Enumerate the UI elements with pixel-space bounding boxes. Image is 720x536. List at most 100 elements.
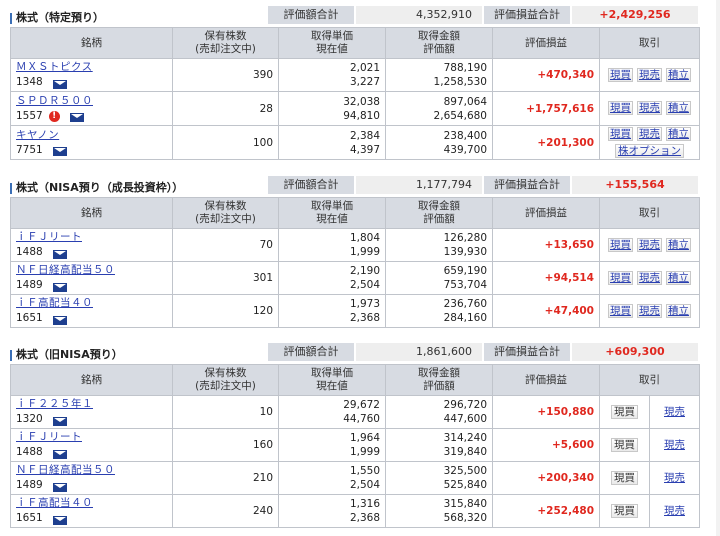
sell-button[interactable]: 現売	[637, 237, 662, 252]
cell-actions: 現買 現売	[599, 395, 700, 429]
buy-button[interactable]: 現買	[608, 67, 633, 82]
sell-link[interactable]: 現売	[664, 504, 685, 519]
col-header-pl: 評価損益	[492, 364, 600, 396]
cell-cost-price-bottom: 2,504	[349, 479, 380, 491]
mail-icon[interactable]	[52, 249, 67, 259]
qty-value: 100	[252, 136, 273, 149]
stock-name-link[interactable]: ＮＦ日経高配当５０	[16, 264, 115, 276]
code-line: 1489	[16, 478, 167, 493]
cell-pl: +200,340	[492, 461, 600, 495]
cell-cost-price: 1,550 2,504	[278, 461, 386, 495]
col-header-amount-text: 評価額	[423, 380, 455, 392]
stock-name-link[interactable]: ｉＦ高配当４０	[16, 497, 93, 509]
stock-name-link[interactable]: ｉＦＪリート	[16, 431, 82, 443]
cell-actions: 現買 現売	[599, 428, 700, 462]
accumulate-button[interactable]: 積立	[666, 67, 691, 82]
cell-pl: +470,340	[492, 58, 600, 92]
mail-icon[interactable]	[52, 79, 67, 89]
col-header-amount: 取得金額 評価額	[385, 197, 493, 229]
buy-button[interactable]: 現買	[611, 471, 638, 485]
stock-name-link[interactable]: ｉＦＪリート	[16, 231, 82, 243]
col-header-qty: 保有株数 (売却注文中)	[172, 27, 279, 59]
accumulate-button[interactable]: 積立	[666, 303, 691, 318]
cell-actions: 現買 現売	[599, 461, 700, 495]
stock-name-link[interactable]: ＳＰＤＲ５００	[16, 95, 93, 107]
sell-button[interactable]: 現売	[637, 303, 662, 318]
col-header-name: 銘柄	[10, 197, 173, 229]
cell-amount-value: 315,840 568,320	[385, 494, 493, 528]
cell-cost-price-bottom: 44,760	[343, 413, 380, 425]
holdings-table: 銘柄 保有株数 (売却注文中) 取得単価 現在値 取得金額 評価額 評価損益 取引 ＭＸＳトピクス…	[10, 27, 700, 160]
stock-name-link[interactable]: ｉＦ高配当４０	[16, 297, 93, 309]
col-header-trade-text: 取引	[639, 36, 660, 49]
sell-button[interactable]: 現売	[637, 101, 662, 115]
alert-icon[interactable]: !	[48, 110, 60, 122]
buy-button[interactable]: 現買	[611, 438, 638, 452]
page-scrollbar[interactable]	[716, 0, 720, 536]
mail-icon[interactable]	[52, 315, 67, 325]
col-header-trade-text: 取引	[639, 373, 660, 386]
table-row: ｉＦＪリート 1488 70 1,804 1,999 126,280 139,930 +13,…	[10, 228, 700, 262]
mail-icon[interactable]	[52, 282, 67, 292]
cell-amount-value-top: 659,190	[443, 265, 487, 277]
cell-cost-price-top: 2,190	[349, 265, 380, 277]
sell-link[interactable]: 現売	[664, 471, 685, 486]
table-header-row: 銘柄 保有株数 (売却注文中) 取得単価 現在値 取得金額 評価額 評価損益 取引	[10, 197, 700, 229]
cell-cost-price-bottom: 94,810	[343, 109, 380, 122]
cell-amount-value-top: 238,400	[443, 129, 487, 142]
accumulate-button[interactable]: 積立	[666, 101, 691, 115]
cell-cost-price: 2,021 3,227	[278, 58, 386, 92]
cell-qty: 210	[172, 461, 279, 495]
accumulate-button[interactable]: 積立	[666, 270, 691, 285]
buy-button[interactable]: 現買	[608, 237, 633, 252]
cell-amount-value-bottom: 568,320	[443, 512, 487, 524]
qty-value: 70	[259, 239, 273, 251]
mail-icon[interactable]	[52, 449, 67, 459]
stock-name-link[interactable]: ＭＸＳトピクス	[16, 61, 93, 73]
buy-button[interactable]: 現買	[608, 270, 633, 285]
buy-button[interactable]: 現買	[611, 504, 638, 518]
accumulate-button[interactable]: 積立	[666, 237, 691, 252]
buy-button[interactable]: 現買	[608, 303, 633, 318]
mail-icon[interactable]	[52, 416, 67, 426]
cell-amount-value-top: 315,840	[443, 498, 487, 510]
code-line: 1320	[16, 412, 167, 427]
buy-button[interactable]: 現買	[611, 405, 638, 419]
sell-link[interactable]: 現売	[664, 405, 685, 420]
col-header-qty-text: (売却注文中)	[195, 43, 256, 55]
sell-link[interactable]: 現売	[664, 438, 685, 453]
mail-icon[interactable]	[52, 147, 67, 156]
cell-cost-price-bottom: 4,397	[349, 143, 380, 156]
col-header-cost-text: 取得単価	[311, 200, 353, 212]
sell-button[interactable]: 現売	[637, 67, 662, 82]
valuation-total-label: 評価額合計	[268, 6, 354, 24]
buy-cell: 現買	[600, 429, 650, 461]
code-line: 1488	[16, 445, 167, 460]
table-row: ｉＦＪリート 1488 160 1,964 1,999 314,240 319,840 +5,…	[10, 428, 700, 462]
sell-button[interactable]: 現売	[637, 270, 662, 285]
accumulate-button[interactable]: 積立	[666, 126, 691, 141]
buy-button[interactable]: 現買	[608, 126, 633, 141]
old-nisa-actions: 現買 現売	[600, 495, 699, 527]
stock-name-link[interactable]: ＮＦ日経高配当５０	[16, 464, 115, 476]
cell-cost-price-bottom: 2,368	[349, 512, 380, 524]
sell-button[interactable]: 現売	[637, 126, 662, 141]
buy-button[interactable]: 現買	[608, 101, 633, 115]
mail-icon[interactable]	[52, 515, 67, 525]
col-header-amount: 取得金額 評価額	[385, 27, 493, 59]
stock-name-link[interactable]: キヤノン	[16, 129, 59, 141]
mail-icon[interactable]	[52, 482, 67, 492]
pl-value: +1,757,616	[526, 102, 594, 115]
mail-icon[interactable]	[69, 113, 84, 122]
cell-pl: +47,400	[492, 294, 600, 328]
sell-cell: 現売	[650, 429, 699, 461]
pl-value: +47,400	[544, 305, 594, 317]
old-nisa-actions: 現買 現売	[600, 429, 699, 461]
stock-name-link[interactable]: ｉＦ２２５年１	[16, 398, 93, 410]
cell-amount-value-top: 296,720	[443, 399, 487, 411]
cell-qty: 100	[172, 125, 279, 160]
cell-name: ｉＦ高配当４０ 1651	[10, 294, 173, 328]
cell-qty: 28	[172, 91, 279, 126]
cell-cost-price-bottom: 3,227	[349, 76, 380, 88]
stock-option-button[interactable]: 株オプション	[615, 143, 684, 158]
